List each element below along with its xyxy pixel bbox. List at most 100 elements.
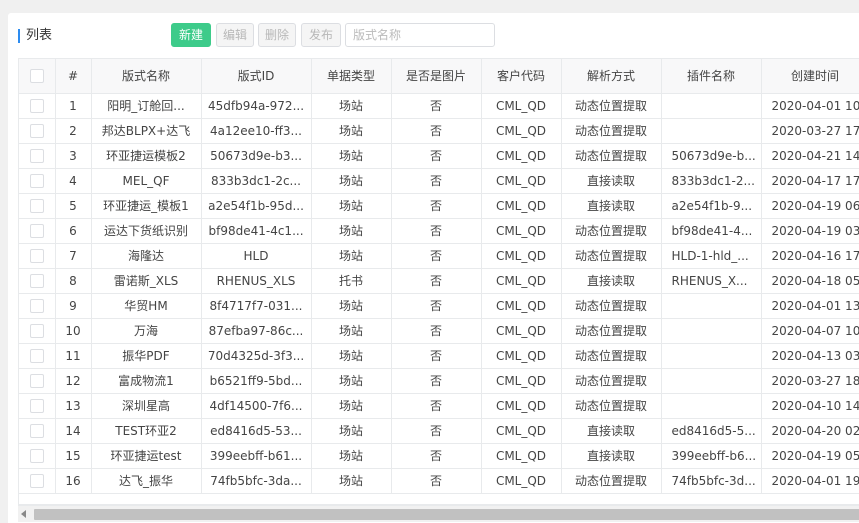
row-checkbox[interactable]: [29, 248, 44, 263]
row-select-cell[interactable]: [19, 268, 56, 294]
row-checkbox[interactable]: [29, 123, 44, 138]
column-header-format-id[interactable]: 版式ID: [201, 59, 312, 94]
select-all-checkbox[interactable]: [29, 69, 44, 83]
row-select-cell[interactable]: [19, 93, 56, 119]
row-select-cell[interactable]: [19, 143, 56, 169]
cell-index: 11: [55, 343, 92, 369]
scrollbar-thumb[interactable]: [34, 509, 859, 520]
table-row[interactable]: 2 邦达BLPX+达飞 4a12ee10-ff3... 场站否 CML_QD 动态位置提取…: [19, 118, 859, 144]
select-all-cell[interactable]: [19, 59, 56, 94]
row-checkbox[interactable]: [29, 373, 44, 388]
table-row[interactable]: 4 MEL_QF 833b3dc1-2c... 场站否 CML_QD 直接读取 833b3d…: [19, 168, 859, 194]
cell-customer-code: CML_QD: [481, 393, 562, 419]
cell-index: 16: [55, 468, 92, 494]
column-header-customer-code[interactable]: 客户代码: [481, 59, 562, 94]
cell-parse-method: 直接读取: [561, 268, 662, 294]
cell-format-name: 华贸HM: [91, 293, 202, 319]
row-select-cell[interactable]: [19, 443, 56, 469]
cell-format-id: 399eebff-b61...: [201, 443, 312, 469]
cell-parse-method: 直接读取: [561, 443, 662, 469]
cell-plugin-name: [661, 368, 762, 394]
row-select-cell[interactable]: [19, 168, 56, 194]
table-row[interactable]: 13 深圳星高 4df14500-7f6... 场站否 CML_QD 动态位置提取 2020…: [19, 393, 859, 419]
row-checkbox[interactable]: [29, 148, 44, 163]
row-select-cell[interactable]: [19, 418, 56, 444]
delete-button[interactable]: 删除: [258, 23, 296, 47]
row-checkbox[interactable]: [29, 423, 44, 438]
row-select-cell[interactable]: [19, 368, 56, 394]
row-checkbox[interactable]: [29, 198, 44, 213]
cell-document-type: 场站: [311, 118, 392, 144]
table-row[interactable]: 15 环亚捷运test 399eebff-b61... 场站否 CML_QD 直接读取 39…: [19, 443, 859, 469]
cell-plugin-name: bf98de41-4...: [661, 218, 762, 244]
format-name-search-input[interactable]: 版式名称: [345, 23, 495, 47]
cell-format-name: 海隆达: [91, 243, 202, 269]
table-row[interactable]: 1 阳明_订舱回... 45dfb94a-972... 场站否 CML_QD 动态位置提取…: [19, 93, 859, 119]
cell-parse-method: 直接读取: [561, 418, 662, 444]
row-checkbox[interactable]: [29, 98, 44, 113]
table-row[interactable]: 9 华贸HM 8f4717f7-031... 场站否 CML_QD 动态位置提取 2020-…: [19, 293, 859, 319]
cell-format-id: a2e54f1b-95d...: [201, 193, 312, 219]
table-row[interactable]: 14 TEST环亚2 ed8416d5-53... 场站否 CML_QD 直接读取 ed84…: [19, 418, 859, 444]
cell-created-time: 2020-04-07 10:: [761, 318, 859, 344]
table-row[interactable]: 11 振华PDF 70d4325d-3f3... 场站否 CML_QD 动态位置提取 202…: [19, 343, 859, 369]
row-select-cell[interactable]: [19, 243, 56, 269]
row-select-cell[interactable]: [19, 293, 56, 319]
cell-document-type: 场站: [311, 293, 392, 319]
cell-format-name: TEST环亚2: [91, 418, 202, 444]
table-row[interactable]: 5 环亚捷运_模板1 a2e54f1b-95d... 场站否 CML_QD 直接读取 a2e…: [19, 193, 859, 219]
row-select-cell[interactable]: [19, 343, 56, 369]
cell-index: 15: [55, 443, 92, 469]
cell-customer-code: CML_QD: [481, 93, 562, 119]
cell-index: 10: [55, 318, 92, 344]
panel-title: 列表: [18, 29, 52, 43]
row-checkbox[interactable]: [29, 348, 44, 363]
table-row[interactable]: 12 富成物流1 b6521ff9-5bd... 场站否 CML_QD 动态位置提取 202…: [19, 368, 859, 394]
row-checkbox[interactable]: [29, 448, 44, 463]
cell-document-type: 场站: [311, 243, 392, 269]
cell-parse-method: 动态位置提取: [561, 393, 662, 419]
cell-created-time: 2020-04-10 14:: [761, 393, 859, 419]
table-row[interactable]: 16 达飞_振华 74fb5bfc-3da... 场站否 CML_QD 动态位置提取 74f…: [19, 468, 859, 494]
column-header-format-name[interactable]: 版式名称: [91, 59, 202, 94]
row-select-cell[interactable]: [19, 393, 56, 419]
row-select-cell[interactable]: [19, 468, 56, 494]
cell-is-image: 否: [391, 243, 482, 269]
cell-customer-code: CML_QD: [481, 168, 562, 194]
row-checkbox[interactable]: [29, 173, 44, 188]
row-checkbox[interactable]: [29, 323, 44, 338]
cell-plugin-name: [661, 293, 762, 319]
column-header-is-image[interactable]: 是否是图片: [391, 59, 482, 94]
column-header-parse-method[interactable]: 解析方式: [561, 59, 662, 94]
cell-customer-code: CML_QD: [481, 243, 562, 269]
table-row[interactable]: 10 万海 87efba97-86c... 场站否 CML_QD 动态位置提取 2020-0…: [19, 318, 859, 344]
table-row[interactable]: 7 海隆达 HLD 场站否 CML_QD 动态位置提取 HLD-1-hld_... 2020-…: [19, 243, 859, 269]
cell-document-type: 场站: [311, 318, 392, 344]
table-row[interactable]: 3 环亚捷运模板2 50673d9e-b3... 场站否 CML_QD 动态位置提取 506…: [19, 143, 859, 169]
cell-format-id: 833b3dc1-2c...: [201, 168, 312, 194]
edit-button[interactable]: 编辑: [216, 23, 254, 47]
row-checkbox[interactable]: [29, 298, 44, 313]
publish-button[interactable]: 发布: [301, 23, 341, 47]
horizontal-scrollbar[interactable]: [18, 505, 859, 522]
row-checkbox[interactable]: [29, 273, 44, 288]
row-select-cell[interactable]: [19, 218, 56, 244]
row-select-cell[interactable]: [19, 118, 56, 144]
row-select-cell[interactable]: [19, 193, 56, 219]
cell-plugin-name: a2e54f1b-9...: [661, 193, 762, 219]
cell-document-type: 场站: [311, 193, 392, 219]
cell-created-time: 2020-04-13 03:: [761, 343, 859, 369]
column-header-document-type[interactable]: 单据类型: [311, 59, 392, 94]
column-header-created-time[interactable]: 创建时间: [761, 59, 859, 94]
new-button[interactable]: 新建: [171, 23, 211, 47]
row-checkbox[interactable]: [29, 223, 44, 238]
cell-format-name: 环亚捷运模板2: [91, 143, 202, 169]
row-checkbox[interactable]: [29, 398, 44, 413]
scroll-left-arrow-icon[interactable]: [21, 510, 26, 518]
table-row[interactable]: 6 运达下货纸识别 bf98de41-4c1... 场站否 CML_QD 动态位置提取 bf…: [19, 218, 859, 244]
cell-is-image: 否: [391, 218, 482, 244]
row-checkbox[interactable]: [29, 473, 44, 488]
row-select-cell[interactable]: [19, 318, 56, 344]
table-row[interactable]: 8 雷诺斯_XLS RHENUS_XLS 托书否 CML_QD 直接读取 RHENUS_X.…: [19, 268, 859, 294]
column-header-plugin-name[interactable]: 插件名称: [661, 59, 762, 94]
